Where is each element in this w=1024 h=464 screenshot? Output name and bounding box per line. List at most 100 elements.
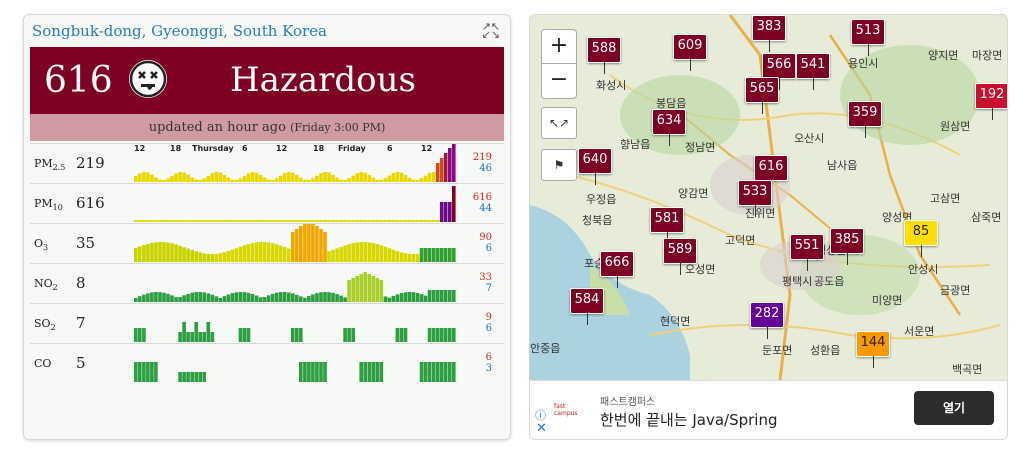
station-marker[interactable]: 513 [851, 19, 885, 56]
station-marker[interactable]: 192 [975, 83, 1007, 120]
pollutant-symbol: SO [34, 317, 51, 330]
place-label: 오산시 [794, 132, 825, 145]
aqi-widget: Songbuk-dong, Gyeonggi, South Korea ↗↖ ↙↘… [23, 14, 511, 440]
station-marker[interactable]: 616 [754, 155, 788, 192]
close-icon[interactable]: ✕ [536, 421, 547, 436]
place-label: 둔포면 [762, 344, 793, 357]
fullscreen-icon[interactable]: ↖↗ [541, 107, 577, 139]
pollutant-min: 3 [485, 363, 492, 374]
pollutant-min: 7 [485, 283, 492, 294]
pollutant-row: NO2 8 33 7 [30, 263, 504, 304]
update-banner: updated an hour ago (Friday 3:00 PM) [30, 114, 504, 141]
pollutant-subscript: 10 [52, 203, 63, 213]
pollutant-symbol: CO [34, 357, 52, 370]
pollutant-name: SO2 [34, 317, 56, 332]
pollutant-min: 6 [485, 323, 492, 334]
pollutant-symbol: NO [34, 277, 53, 290]
pollutant-symbol: PM [34, 197, 53, 210]
place-label: 남사읍 [827, 159, 858, 172]
place-label: 고덕면 [725, 234, 756, 247]
place-label: 화성시 [596, 79, 627, 92]
pollutant-name: NO2 [34, 277, 58, 292]
place-label: 안중읍 [530, 342, 561, 355]
place-label: 원삼면 [940, 120, 971, 133]
station-marker[interactable]: 85 [904, 220, 938, 257]
pollutant-value: 616 [76, 194, 105, 212]
place-label: 진위면 [745, 207, 776, 220]
station-marker[interactable]: 533 [738, 180, 772, 217]
aqi-level-label: Hazardous [230, 60, 416, 100]
place-label: 서운면 [904, 325, 935, 338]
station-marker[interactable]: 566 [762, 53, 796, 90]
pollutant-name: O3 [34, 237, 48, 252]
ad-title: 한번에 끝내는 Java/Spring [600, 411, 778, 429]
pollutant-value: 5 [76, 354, 86, 372]
station-marker[interactable]: 588 [587, 37, 621, 74]
pollutant-sparkline [134, 362, 456, 382]
aqi-map[interactable]: 화성시 오산시 용인시 평택시 안성시 양지면 마장면 남사읍 원삼면 고삼면 삼죽면 양성면 미양면 금… [529, 14, 1008, 440]
place-label: 미양면 [872, 294, 903, 307]
station-marker[interactable]: 634 [652, 109, 686, 146]
place-label: 정남면 [685, 141, 716, 154]
open-button[interactable]: 열기 [914, 391, 994, 425]
pollutant-sparkline [134, 322, 456, 342]
station-marker[interactable]: 383 [752, 15, 786, 52]
pollutant-name: PM10 [34, 197, 63, 212]
zoom-in-button[interactable]: + [541, 29, 577, 65]
place-label: 양감면 [678, 187, 709, 200]
zoom-out-button[interactable]: − [541, 63, 577, 99]
station-marker[interactable]: 541 [796, 53, 830, 90]
pollutant-max: 9 [485, 312, 492, 323]
pollutant-sparkline [134, 272, 456, 302]
station-marker[interactable]: 584 [570, 288, 604, 325]
station-marker[interactable]: 581 [650, 207, 684, 244]
pollutant-max: 219 [472, 152, 492, 163]
location-title[interactable]: Songbuk-dong, Gyeonggi, South Korea [32, 22, 327, 40]
pollutant-row: PM2.5 219 219 46 [30, 143, 504, 184]
station-marker[interactable]: 385 [830, 228, 864, 265]
station-marker[interactable]: 551 [790, 234, 824, 271]
place-label: 현덕면 [660, 315, 691, 328]
station-marker[interactable]: 565 [745, 77, 779, 114]
place-label: 양지면 [928, 49, 959, 62]
pollutant-value: 219 [76, 154, 105, 172]
place-label: 공도읍 [814, 275, 845, 288]
place-label: 삼죽면 [971, 211, 1002, 224]
pollutant-row: CO 5 6 3 [30, 343, 504, 384]
pollutant-max: 90 [479, 232, 492, 243]
place-label: 우정읍 [586, 193, 617, 206]
pollutant-value: 7 [76, 314, 86, 332]
station-marker[interactable]: 144 [856, 331, 890, 368]
ad-brand: 패스트캠퍼스 [600, 397, 656, 408]
place-label: 성환읍 [810, 344, 841, 357]
station-marker[interactable]: 589 [663, 238, 697, 275]
ad-banner[interactable]: ⓘ ✕ fast campus 패스트캠퍼스 한번에 끝내는 Java/Spri… [530, 380, 1007, 439]
pollutant-value: 8 [76, 274, 86, 292]
update-text: updated an hour ago [148, 120, 286, 135]
hazard-face-icon [129, 60, 167, 98]
pollutant-max: 33 [479, 272, 492, 283]
expand-icon[interactable]: ↗↖ ↙↘ [482, 21, 500, 40]
place-label: 고삼면 [930, 192, 961, 205]
pollutant-subscript: 3 [43, 243, 49, 253]
pollutant-min: 6 [485, 243, 492, 254]
pollutant-sparkline [134, 144, 456, 182]
place-label: 마장면 [972, 49, 1003, 62]
place-label: 금광면 [940, 284, 971, 297]
pollutant-sparkline [134, 186, 456, 222]
station-marker[interactable]: 640 [578, 148, 612, 185]
pollutant-name: CO [34, 357, 51, 370]
station-marker[interactable]: 359 [848, 101, 882, 138]
update-detail: (Friday 3:00 PM) [290, 121, 386, 134]
pollutant-max: 6 [485, 352, 492, 363]
station-marker[interactable]: 666 [600, 251, 634, 288]
place-label: 청북읍 [582, 214, 613, 227]
station-marker[interactable]: 609 [673, 34, 707, 71]
pollutant-symbol: PM [34, 157, 53, 170]
pollutant-sparkline [134, 224, 456, 262]
pollutant-symbol: O [34, 237, 44, 250]
pollutant-row: O3 35 90 6 [30, 223, 504, 264]
station-marker[interactable]: 282 [750, 302, 784, 339]
pollutant-value: 35 [76, 234, 96, 252]
map-pin-icon[interactable]: ⚑ [541, 149, 577, 181]
